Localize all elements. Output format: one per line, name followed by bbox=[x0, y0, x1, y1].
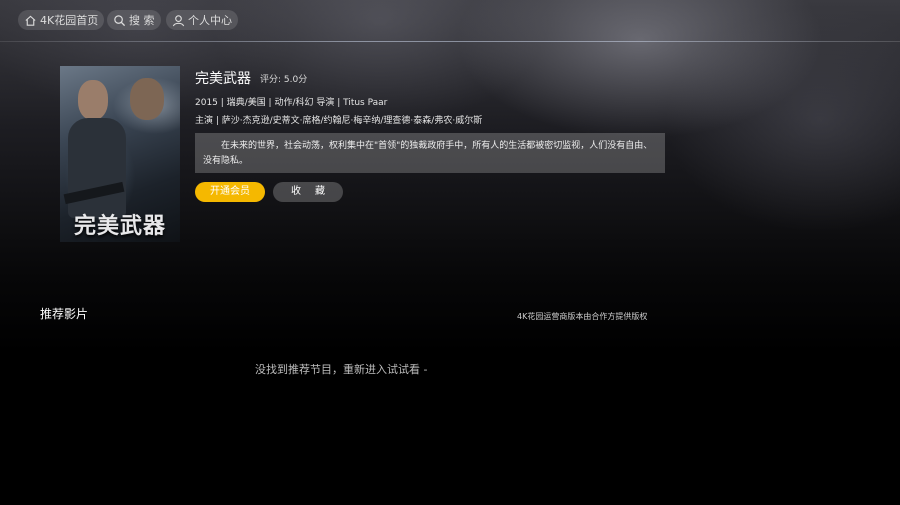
nav-home-button[interactable]: 4K花园首页 bbox=[18, 10, 105, 30]
open-vip-button[interactable]: 开通会员 bbox=[195, 182, 265, 202]
poster-art-figure bbox=[68, 118, 126, 218]
home-icon bbox=[25, 15, 36, 26]
user-icon bbox=[172, 14, 185, 26]
poster-art-figure bbox=[78, 80, 108, 120]
movie-cast: 主演 | 萨沙·杰克逊/史蒂文·席格/约翰尼·梅辛纳/理查德·泰森/弗农·威尔斯 bbox=[195, 116, 483, 126]
nav-user-label: 个人中心 bbox=[188, 14, 232, 27]
movie-title: 完美武器 bbox=[195, 71, 251, 87]
movie-meta: 2015 | 瑞典/美国 | 动作/科幻 导演 | Titus Paar bbox=[195, 98, 388, 108]
poster-art-figure bbox=[130, 78, 164, 120]
nav-search-button[interactable]: 搜 索 bbox=[107, 10, 161, 30]
search-icon bbox=[114, 14, 126, 26]
header-divider bbox=[0, 41, 900, 42]
movie-synopsis: 在未来的世界，社会动荡，权利集中在"首领"的独裁政府手中，所有人的生活都被密切监… bbox=[195, 133, 665, 173]
nav-search-label: 搜 索 bbox=[129, 14, 155, 27]
top-navigation: 4K花园首页 搜 索 个人中心 bbox=[0, 0, 900, 42]
nav-user-center-button[interactable]: 个人中心 bbox=[166, 10, 238, 30]
recommend-section-title: 推荐影片 bbox=[40, 307, 89, 321]
nav-home-label: 4K花园首页 bbox=[40, 14, 99, 27]
empty-recommend-message: 没找到推荐节目，重新进入试试看 - bbox=[255, 363, 428, 376]
copyright-notice: 4K花园运营商版本由合作方提供版权 bbox=[517, 312, 648, 321]
movie-rating: 评分: 5.0分 bbox=[260, 75, 308, 85]
poster-title: 完美武器 bbox=[73, 214, 166, 239]
movie-poster: 完美武器 bbox=[60, 66, 180, 242]
favorite-button[interactable]: 收藏 bbox=[273, 182, 343, 202]
